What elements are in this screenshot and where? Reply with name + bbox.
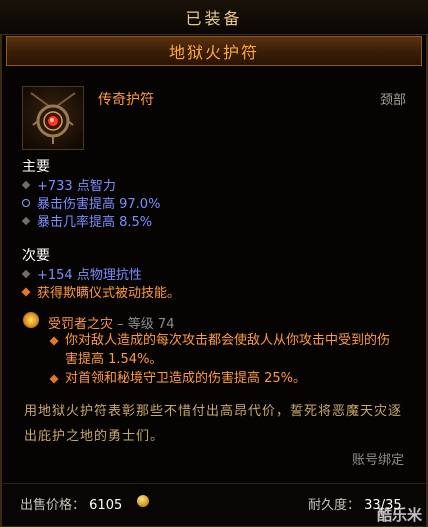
item-slot: 颈部 xyxy=(379,93,406,108)
legendary-bullet-icon xyxy=(21,286,31,297)
diamond-bullet-icon xyxy=(21,269,31,278)
passive-skill-icon xyxy=(23,312,39,328)
passive-effect: 对首领和秘境守卫造成的伤害提高 25%。 xyxy=(49,369,400,388)
passive-effect: 你对敌人造成的每次攻击都会使敌人从你攻击中受到的伤害提高 1.54%。 xyxy=(49,331,400,369)
equipped-header: 已装备 xyxy=(0,0,428,35)
item-type: 传奇护符 xyxy=(98,92,154,108)
primary-stat: +733 点智力 xyxy=(21,175,116,194)
primary-stat: 暴击伤害提高 97.0% xyxy=(22,193,160,212)
secondary-stat: +154 点物理抗性 xyxy=(21,264,142,283)
amulet-icon xyxy=(30,92,76,144)
watermark-logo: 酷乐米 xyxy=(376,506,422,524)
passive-skill-name: 受罚者之灾 xyxy=(48,317,114,332)
legendary-bullet-icon xyxy=(49,336,59,346)
legendary-bullet-icon xyxy=(49,374,59,384)
diamond-bullet-icon xyxy=(21,216,31,225)
secondary-stat: 获得欺瞒仪式被动技能。 xyxy=(21,282,180,301)
passive-skill-level: 等级 74 xyxy=(127,317,175,332)
diamond-bullet-icon xyxy=(21,180,31,189)
sell-price: 出售价格： 6105 xyxy=(20,498,123,513)
gold-coin-icon xyxy=(137,495,149,507)
flavor-text: 用地狱火护符表彰那些不惜付出高昂代价，誓死将恶魔天灾逐出庇护之地的勇士们。 xyxy=(24,404,403,444)
primary-stats-title: 主要 xyxy=(22,159,50,175)
item-name-banner: 地狱火护符 xyxy=(6,36,422,66)
passive-skill-header: 受罚者之灾 – 等级 74 xyxy=(48,317,175,332)
enchanted-ring-icon xyxy=(22,198,30,207)
sell-price-value: 6105 xyxy=(89,498,123,513)
binding-status: 账号绑定 xyxy=(351,453,404,468)
primary-stat: 暴击几率提高 8.5% xyxy=(21,211,152,230)
secondary-stats-title: 次要 xyxy=(22,248,50,264)
item-icon-frame xyxy=(22,86,84,150)
